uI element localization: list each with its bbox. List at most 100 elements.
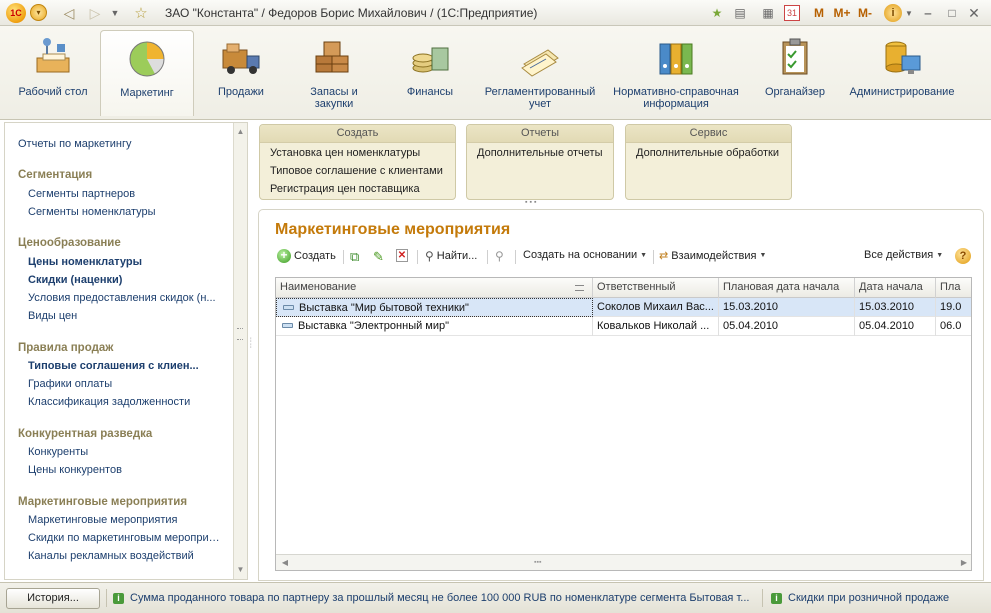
cell-name[interactable]: Выставка "Мир бытовой техники" [276,298,593,317]
add-favorite-icon[interactable]: ★ [708,3,726,23]
nav-scrollbar[interactable]: ▲ ▼ [233,123,247,579]
column-header-name[interactable]: Наименование [276,278,593,298]
favorites-star-icon[interactable]: ☆ [132,3,150,23]
tip-link[interactable]: i Сумма проданного товара по партнеру за … [113,592,753,604]
nav-item[interactable]: Типовые соглашения с клиен... [28,360,220,372]
table-row[interactable]: Выставка "Мир бытовой техники" Соколов М… [276,298,971,317]
magnifier-icon: ⚲ [425,249,434,263]
create-label: Создать [294,250,336,262]
section-label: Запасы и закупки [310,86,358,110]
column-header-responsible[interactable]: Ответственный [593,278,719,298]
command-supplier-prices[interactable]: Регистрация цен поставщика [270,183,420,195]
tip-info-icon: i [771,593,782,604]
table-horizontal-scrollbar[interactable]: ◀ ▪▪▪ ▶ [276,554,971,570]
edit-pencil-icon[interactable]: ✎ [373,249,384,265]
main-menu-icon[interactable]: ▾ [30,4,47,21]
history-button[interactable]: История... [6,588,100,609]
nav-item[interactable]: Скидки (наценки) [28,274,228,286]
cell-planned-start[interactable]: 05.04.2010 [719,317,855,336]
nav-item[interactable]: Цены конкурентов [28,464,228,476]
nav-item[interactable]: Сегменты номенклатуры [28,206,228,218]
calendar-icon[interactable]: 31 [784,5,800,21]
cell-start-date[interactable]: 15.03.2010 [855,298,936,317]
find-button[interactable]: ⚲ Найти... [425,249,477,263]
interactions-label: Взаимодействия [671,249,757,262]
info-icon[interactable]: i [884,4,902,22]
tip-link[interactable]: i Скидки при розничной продаже [771,592,981,604]
scroll-up-icon[interactable]: ▲ [235,125,246,139]
forward-icon[interactable]: ▷ [86,3,104,23]
section-organizer[interactable]: Органайзер [755,30,835,116]
section-label: Нормативно-справочная информация [613,86,739,110]
cell-planned-end[interactable]: 06.0 [936,317,971,336]
command-additional-processing[interactable]: Дополнительные обработки [636,147,779,159]
create-based-on-button[interactable]: Создать на основании ▼ [523,249,647,261]
cancel-search-icon[interactable]: ⚲ [495,249,504,263]
command-standard-agreement[interactable]: Типовое соглашение с клиентами [270,165,443,177]
nav-item[interactable]: Условия предоставления скидок (н... [28,292,220,304]
delete-mark-icon[interactable]: ✕ [396,249,408,262]
nav-item[interactable]: Сегменты партнеров [28,188,228,200]
section-finance[interactable]: Финансы [390,30,470,116]
nav-link-marketing-reports[interactable]: Отчеты по маркетингу [18,138,131,150]
nav-item[interactable]: Конкуренты [28,446,228,458]
row-status-icon [283,304,294,310]
minimize-icon[interactable]: ‒ [920,3,936,23]
nav-item[interactable]: Скидки по маркетинговым мероприятиям [28,532,220,544]
cell-name[interactable]: Выставка "Электронный мир" [276,317,593,336]
memory-button[interactable]: M [812,3,826,23]
column-header-start-date[interactable]: Дата начала [855,278,936,298]
close-icon[interactable]: ✕ [966,3,982,23]
events-table[interactable]: Наименование Ответственный Плановая дата… [275,277,972,571]
back-icon[interactable]: ◁ [60,3,78,23]
info-dropdown-icon[interactable]: ▼ [904,3,914,23]
sections-panel: Рабочий стол Маркетинг Продажи Запасы и … [0,26,991,120]
desktop-icon [31,36,75,80]
scroll-right-icon[interactable]: ▶ [957,556,971,569]
history-dropdown-icon[interactable]: ▼ [108,3,122,23]
copy-icon[interactable]: ⧉ [350,249,359,265]
nav-item[interactable]: Цены номенклатуры [28,256,228,268]
restore-icon[interactable]: □ [944,3,960,23]
toolbar-separator [653,250,654,264]
nav-item[interactable]: Классификация задолженности [28,396,228,408]
column-header-planned-start[interactable]: Плановая дата начала [719,278,855,298]
nav-item[interactable]: Графики оплаты [28,378,228,390]
section-sales[interactable]: Продажи [200,30,282,116]
section-reference-info[interactable]: Нормативно-справочная информация [608,30,744,116]
cell-responsible[interactable]: Соколов Михаил Вас... [593,298,719,317]
command-set-prices[interactable]: Установка цен номенклатуры [270,147,420,159]
scroll-grip[interactable] [237,328,243,340]
cell-planned-end[interactable]: 19.0 [936,298,971,317]
toolbar-separator [343,250,344,264]
1c-logo-icon[interactable]: 1C [6,3,26,23]
create-button[interactable]: + Создать [277,249,336,263]
panel-splitter-horizontal[interactable]: ▪▪▪ [525,199,538,206]
panel-splitter[interactable]: ⁞ ⁞ [250,338,256,358]
status-bar: История... i Сумма проданного товара по п… [0,582,991,613]
all-actions-button[interactable]: Все действия ▼ [864,249,943,261]
section-marketing[interactable]: Маркетинг [100,30,194,116]
cell-planned-start[interactable]: 15.03.2010 [719,298,855,317]
section-desktop[interactable]: Рабочий стол [12,30,94,116]
section-administration[interactable]: Администрирование [843,30,961,116]
calculator-icon[interactable]: ▦ [760,3,776,23]
memory-plus-button[interactable]: M+ [832,3,852,23]
command-additional-reports[interactable]: Дополнительные отчеты [477,147,602,159]
nav-item[interactable]: Виды цен [28,310,228,322]
nav-item[interactable]: Маркетинговые мероприятия [28,514,228,526]
section-regulated-accounting[interactable]: Регламентированный учет [480,30,600,116]
memory-minus-button[interactable]: M- [856,3,874,23]
cell-start-date[interactable]: 05.04.2010 [855,317,936,336]
nav-item[interactable]: Каналы рекламных воздействий [28,550,228,562]
interactions-button[interactable]: ⇄ Взаимодействия ▼ [659,249,766,263]
table-row[interactable]: Выставка "Электронный мир" Ковальков Ник… [276,317,971,336]
print-icon[interactable]: ▤ [732,3,748,23]
scroll-left-icon[interactable]: ◀ [278,556,292,569]
scroll-grip[interactable]: ▪▪▪ [534,559,541,566]
column-header-planned-end[interactable]: Пла [936,278,971,298]
cell-responsible[interactable]: Ковальков Николай ... [593,317,719,336]
section-stocks[interactable]: Запасы и закупки [293,30,375,116]
scroll-down-icon[interactable]: ▼ [235,563,246,577]
help-button[interactable]: ? [955,248,971,264]
